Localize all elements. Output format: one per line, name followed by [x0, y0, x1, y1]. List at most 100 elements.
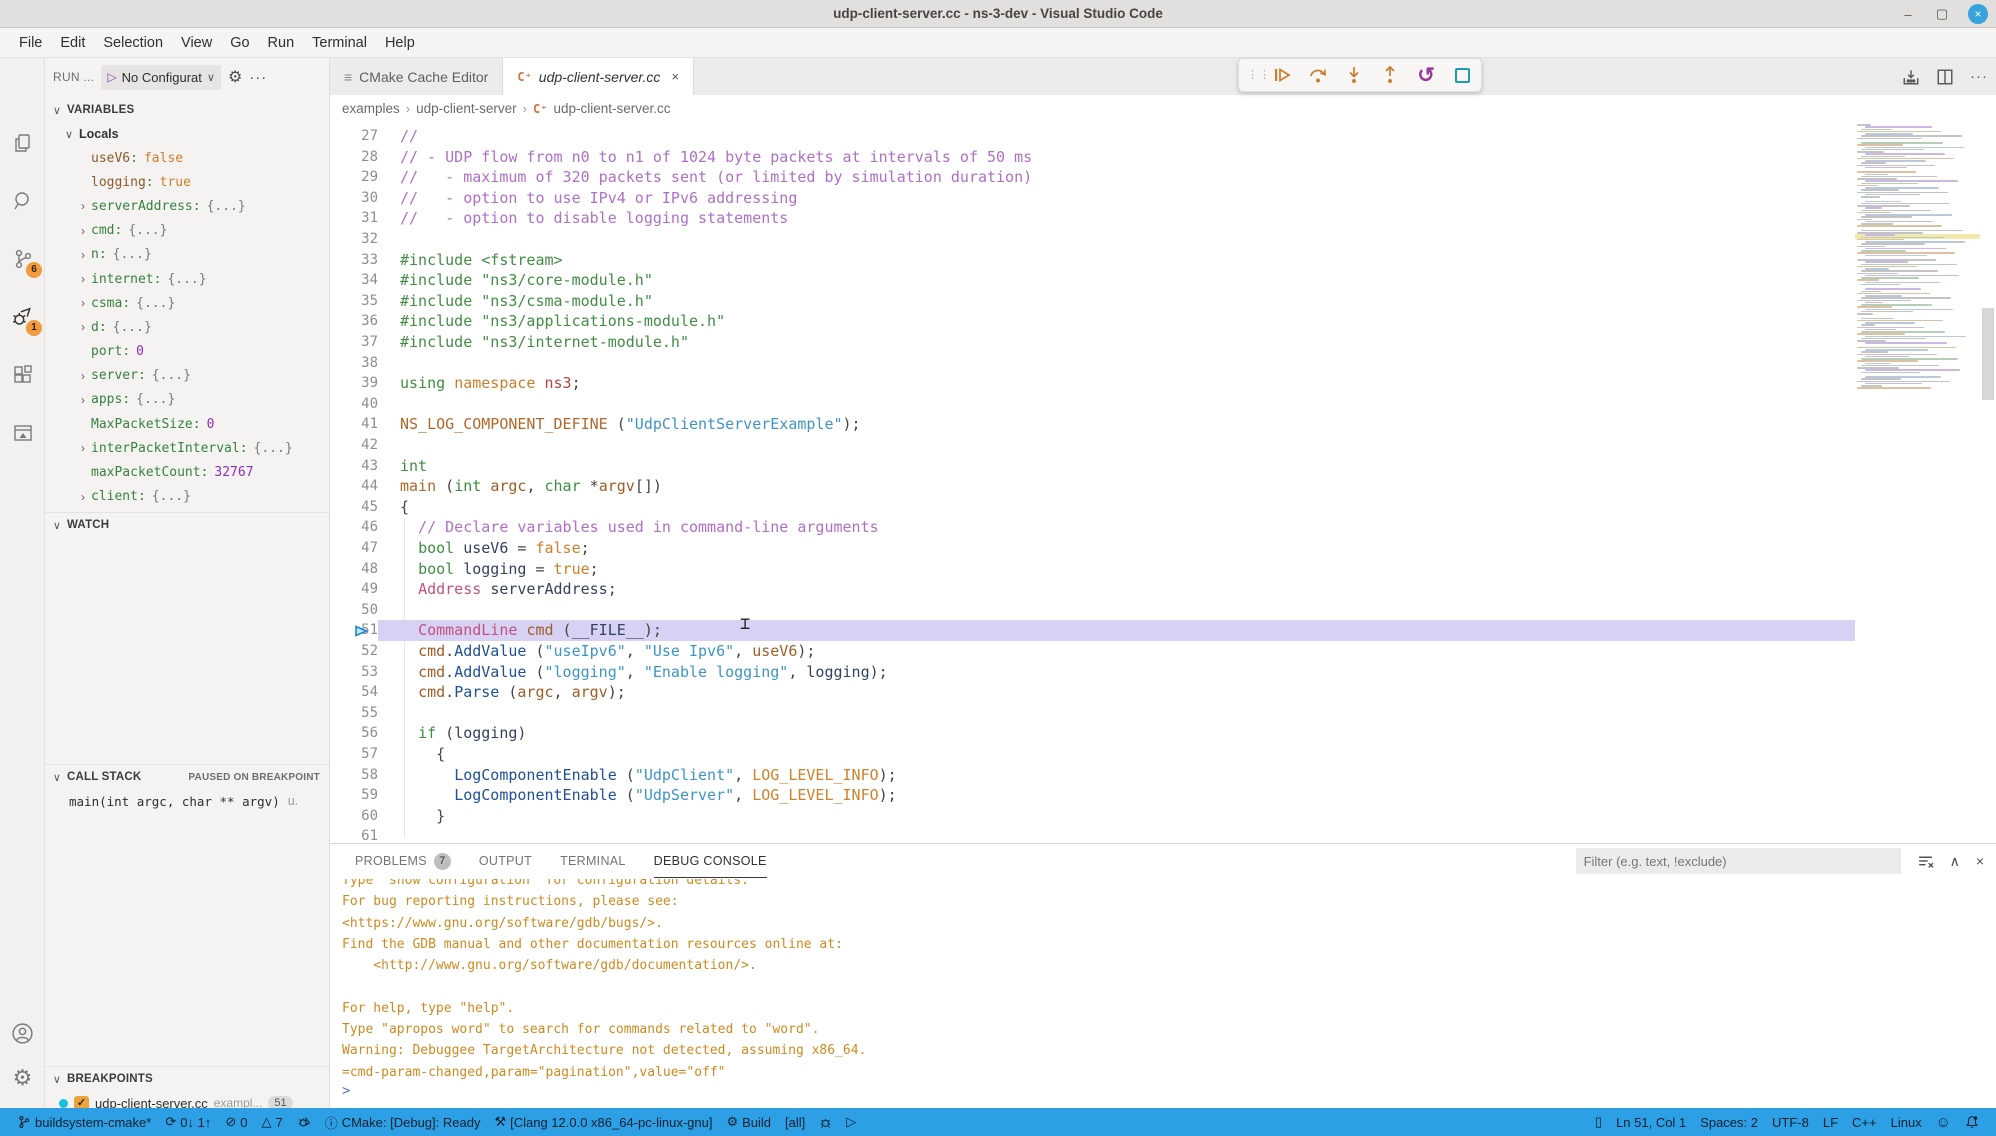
code-line[interactable]: 29// - maximum of 320 packets sent (or l… [330, 167, 1855, 188]
maximize-icon[interactable]: ▢ [1934, 6, 1950, 22]
code-line[interactable]: 60 } [330, 806, 1855, 827]
code-line[interactable]: 31// - option to disable logging stateme… [330, 208, 1855, 229]
close-panel-icon[interactable]: × [1976, 853, 1984, 869]
variable-row[interactable]: ›cmd:{...} [45, 219, 330, 243]
code-line[interactable]: 47 bool useV6 = false; [330, 538, 1855, 559]
code-line[interactable]: 36#include "ns3/applications-module.h" [330, 311, 1855, 332]
variable-row[interactable]: ›serverAddress:{...} [45, 194, 330, 218]
status-item-utf-8[interactable]: UTF-8 [1765, 1115, 1816, 1130]
code-line[interactable]: 49 Address serverAddress; [330, 579, 1855, 600]
variable-row[interactable]: useV6:false [45, 146, 330, 170]
stack-frame[interactable]: main(int argc, char ** argv) u. [45, 789, 330, 813]
status-item-0-1[interactable]: ⟳0↓ 1↑ [158, 1114, 218, 1130]
account-button[interactable] [0, 1013, 45, 1053]
locals-scope[interactable]: ∨ Locals [45, 122, 330, 146]
variable-row[interactable]: ›csma:{...} [45, 291, 330, 315]
maximize-panel-icon[interactable]: ∧ [1950, 853, 1960, 870]
code-line[interactable]: 61 [330, 826, 1855, 843]
code-line[interactable]: 37#include "ns3/internet-module.h" [330, 332, 1855, 353]
sidebar-item-source-control[interactable]: 6 [0, 236, 45, 281]
variable-row[interactable]: ›internet:{...} [45, 267, 330, 291]
watch-header[interactable]: ∨ WATCH [45, 513, 330, 537]
close-tab-icon[interactable]: × [671, 69, 679, 84]
code-line[interactable]: 43int [330, 456, 1855, 477]
more-actions-icon[interactable]: ··· [1970, 68, 1988, 85]
code-line[interactable]: 50 [330, 600, 1855, 621]
status-item-debug-connect[interactable] [290, 1115, 318, 1129]
status-item-0[interactable]: ⊘0 [218, 1114, 254, 1130]
variables-header[interactable]: ∨ VARIABLES [45, 98, 330, 122]
menu-item-view[interactable]: View [172, 31, 221, 55]
step-out-button[interactable] [1379, 64, 1401, 86]
code-line[interactable]: 58 LogComponentEnable ("UdpClient", LOG_… [330, 765, 1855, 786]
more-actions-icon[interactable]: ··· [249, 69, 267, 86]
debug-console-output[interactable]: Type "show configuration" for configurat… [330, 879, 1996, 1084]
status-item-feedback[interactable]: ☺ [1929, 1114, 1958, 1131]
code-line[interactable]: 59 LogComponentEnable ("UdpServer", LOG_… [330, 785, 1855, 806]
continue-button[interactable] [1271, 64, 1293, 86]
sidebar-item-extensions[interactable] [0, 352, 45, 397]
sidebar-item-search[interactable] [0, 178, 45, 223]
code-line[interactable]: 48 bool logging = true; [330, 559, 1855, 580]
code-line[interactable]: 54 cmd.Parse (argc, argv); [330, 682, 1855, 703]
sidebar-item-explorer[interactable] [0, 120, 45, 165]
code-line[interactable]: 57 { [330, 744, 1855, 765]
variable-row[interactable]: logging:true [45, 170, 330, 194]
tab-udp-client-server[interactable]: C⁺ udp-client-server.cc × [503, 58, 694, 95]
code-line[interactable]: 34#include "ns3/core-module.h" [330, 270, 1855, 291]
minimap[interactable] [1855, 122, 1980, 843]
variable-row[interactable]: ›interPacketInterval:{...} [45, 436, 330, 460]
variable-row[interactable]: MaxPacketSize:0 [45, 412, 330, 436]
status-item-play[interactable]: ▷ [839, 1114, 863, 1130]
breakpoints-header[interactable]: ∨ BREAKPOINTS [45, 1067, 330, 1091]
status-item-c[interactable]: C++ [1845, 1115, 1884, 1130]
code-line[interactable]: 53 cmd.AddValue ("logging", "Enable logg… [330, 662, 1855, 683]
code-line[interactable]: 56 if (logging) [330, 723, 1855, 744]
panel-tab-terminal[interactable]: TERMINAL [560, 844, 626, 878]
status-item-ln-51-col-1[interactable]: Ln 51, Col 1 [1609, 1115, 1693, 1130]
panel-tab-output[interactable]: OUTPUT [479, 844, 532, 878]
status-item-bell[interactable] [1958, 1115, 1986, 1129]
status-item-all[interactable]: [all] [778, 1115, 812, 1130]
minimize-icon[interactable]: – [1900, 7, 1916, 22]
variable-row[interactable]: ›apps:{...} [45, 388, 330, 412]
variable-row[interactable]: port:0 [45, 340, 330, 364]
code-line[interactable]: 30// - option to use IPv4 or IPv6 addres… [330, 188, 1855, 209]
status-item-linux[interactable]: Linux [1884, 1115, 1929, 1130]
variable-row[interactable]: ›n:{...} [45, 243, 330, 267]
menu-item-selection[interactable]: Selection [94, 31, 172, 55]
menu-item-edit[interactable]: Edit [51, 31, 94, 55]
code-line[interactable]: 45{ [330, 497, 1855, 518]
panel-tab-problems[interactable]: PROBLEMS7 [355, 844, 451, 878]
breadcrumb-item[interactable]: udp-client-server.cc [553, 101, 670, 116]
status-item-cmake-debug-ready[interactable]: ⓘCMake: [Debug]: Ready [318, 1113, 488, 1132]
debug-console-input[interactable]: > [330, 1083, 1996, 1105]
code-line[interactable]: 33#include <fstream> [330, 250, 1855, 271]
restart-button[interactable]: ↺ [1415, 64, 1437, 86]
status-item-lf[interactable]: LF [1816, 1115, 1845, 1130]
tab-cmake-cache-editor[interactable]: ≡ CMake Cache Editor [330, 58, 503, 95]
debug-config-dropdown[interactable]: ▷ No Configurat ∨ [101, 65, 221, 90]
code-line[interactable]: 27// [330, 126, 1855, 147]
clear-console-icon[interactable] [1917, 853, 1934, 870]
code-line[interactable]: 32 [330, 229, 1855, 250]
breadcrumb-item[interactable]: examples [342, 101, 400, 116]
debug-settings-gear-icon[interactable]: ⚙ [228, 67, 242, 87]
console-filter-input[interactable] [1576, 848, 1901, 874]
status-item-7[interactable]: △7 [254, 1114, 289, 1130]
code-line[interactable]: 28// - UDP flow from n0 to n1 of 1024 by… [330, 147, 1855, 168]
split-editor-icon[interactable] [1936, 68, 1954, 86]
drag-handle[interactable]: ⋮⋮ [1247, 71, 1257, 80]
sidebar-item-run-and-debug[interactable]: 1 [0, 294, 45, 339]
menu-item-go[interactable]: Go [221, 31, 258, 55]
breadcrumb-item[interactable]: udp-client-server [416, 101, 517, 116]
variable-row[interactable]: ›d:{...} [45, 315, 330, 339]
code-line[interactable]: 35#include "ns3/csma-module.h" [330, 291, 1855, 312]
code-line[interactable]: 39using namespace ns3; [330, 373, 1855, 394]
code-line[interactable]: 52 cmd.AddValue ("useIpv6", "Use Ipv6", … [330, 641, 1855, 662]
close-icon[interactable]: × [1968, 4, 1988, 24]
menu-item-run[interactable]: Run [259, 31, 304, 55]
code-line[interactable]: 41NS_LOG_COMPONENT_DEFINE ("UdpClientSer… [330, 414, 1855, 435]
code-line[interactable]: 42 [330, 435, 1855, 456]
code-line[interactable]: 44main (int argc, char *argv[]) [330, 476, 1855, 497]
